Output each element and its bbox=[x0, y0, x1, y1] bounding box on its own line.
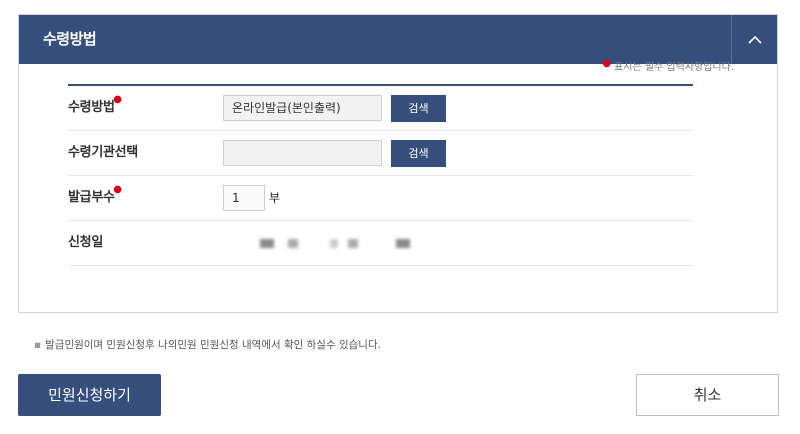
required-dot: ● bbox=[602, 58, 612, 69]
receive-method-field[interactable]: 온라인발급(본인출력) bbox=[223, 95, 382, 121]
copies-unit: 부 bbox=[269, 191, 281, 205]
receive-agency-label: 수령기관선택 bbox=[68, 145, 138, 160]
collapse-button[interactable] bbox=[731, 15, 777, 64]
receive-agency-field[interactable] bbox=[223, 140, 382, 166]
apply-date-label: 신청일 bbox=[68, 235, 103, 250]
notice-text: ▪ 발급민원이며 민원신청후 나의민원 민원신청 내역에서 확인 하실수 있습니다… bbox=[34, 339, 381, 351]
row-copies: 발급부수 ● 1 부 bbox=[68, 176, 693, 221]
row-apply-date: 신청일 bbox=[68, 221, 693, 266]
row-receive-method: 수령방법 ● 온라인발급(본인출력) 검색 bbox=[68, 86, 693, 131]
apply-date-value-redacted bbox=[240, 239, 420, 249]
required-dot: ● bbox=[113, 184, 122, 195]
cancel-button[interactable]: 취소 bbox=[636, 374, 779, 416]
required-dot: ● bbox=[113, 94, 122, 105]
row-receive-agency: 수령기관선택 검색 bbox=[68, 131, 693, 176]
receive-form: 수령방법 ● 온라인발급(본인출력) 검색 수령기관선택 검색 발급부수 ● 1 부… bbox=[68, 84, 693, 266]
bullet: ▪ bbox=[34, 339, 42, 351]
copies-label: 발급부수 ● bbox=[68, 184, 122, 206]
chevron-up-icon bbox=[747, 35, 762, 44]
submit-application-button[interactable]: 민원신청하기 bbox=[18, 374, 161, 416]
copies-input[interactable]: 1 bbox=[223, 185, 265, 211]
receive-agency-search-button[interactable]: 검색 bbox=[391, 140, 446, 167]
panel-title: 수령방법 bbox=[43, 30, 97, 48]
required-note: ● 표시는 필수 입력사항입니다. bbox=[602, 58, 734, 73]
panel-header: 수령방법 bbox=[19, 15, 777, 64]
receive-method-search-button[interactable]: 검색 bbox=[391, 95, 446, 122]
receive-method-label: 수령방법 ● bbox=[68, 94, 122, 116]
